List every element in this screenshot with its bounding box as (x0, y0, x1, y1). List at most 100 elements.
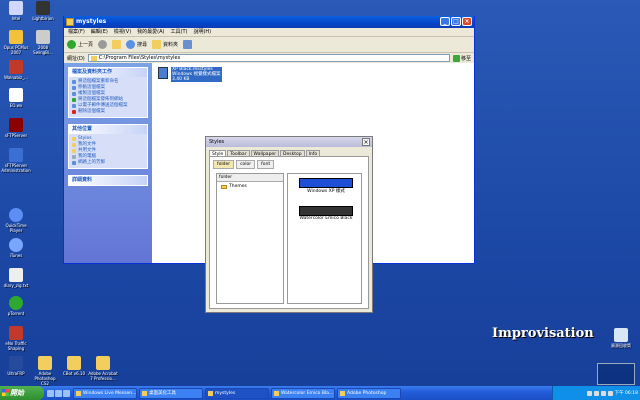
desktop-icon-quicktime[interactable]: QuickTime Player (1, 208, 31, 233)
preview-swatch (299, 178, 353, 188)
subtabs: folder color font (210, 157, 368, 172)
task-desktop-tool[interactable]: 桌面美化工具 (139, 387, 203, 399)
styles-dialog: Styles × Style Toolbar Wallpaper Desktop… (205, 136, 373, 313)
desktop-icon-acrobat-folder[interactable]: Adobe Acrobat 7 Professio... (88, 356, 118, 381)
task-watercolor[interactable]: Watercolor Emico Bla... (271, 387, 335, 399)
maximize-button[interactable]: □ (451, 17, 461, 26)
dialog-titlebar[interactable]: Styles × (206, 137, 372, 147)
file-item[interactable]: XP Black.msstyles Windows 視覺樣式檔案 3.40 KB (158, 67, 222, 82)
quick-launch-icon[interactable] (47, 389, 54, 397)
app-icon (9, 60, 23, 74)
tray-icon[interactable] (593, 390, 599, 396)
menu-favorites[interactable]: 我的最愛(A) (137, 28, 164, 36)
desktop-icon-photoshop-folder[interactable]: Adobe Photoshop CS2 (30, 356, 60, 386)
desktop-icon-intel[interactable]: Intel (1, 1, 31, 21)
views-button[interactable] (183, 40, 193, 49)
torrent-icon (9, 296, 23, 310)
desktop-icon-lightbirion[interactable]: Lightbirion (28, 1, 58, 21)
preview-item-xp[interactable]: Windows XP 樣式 (299, 178, 353, 194)
desktop-icon-swingbi[interactable]: 2008 SwingBi... (28, 30, 58, 55)
desktop-icon-sftpserver[interactable]: sFTPServer (1, 118, 31, 138)
quick-launch-icon[interactable] (55, 389, 62, 397)
tray-icon[interactable] (586, 390, 592, 396)
folders-button[interactable]: 資料夾 (152, 40, 178, 49)
copy-icon (72, 92, 76, 96)
desktop-icon-opus[interactable]: Opus PCMus 2007 (1, 30, 31, 55)
other-places-panel: 其他位置 Styles 我的文件 共用文件 我的電腦 網路上的芳鄰 (68, 124, 148, 169)
dialog-title: Styles (209, 139, 225, 145)
tree-header: folder (217, 174, 283, 182)
taskbar: 開始 Windows Live Messen... 桌面美化工具 mystyle… (0, 386, 640, 400)
app-icon (9, 148, 23, 162)
publish-icon (72, 98, 76, 102)
task-mystyles[interactable]: mystyles (205, 387, 269, 399)
rename-icon (72, 80, 76, 84)
recycle-bin-icon (614, 328, 628, 342)
menu-help[interactable]: 說明(H) (193, 28, 211, 36)
folder-icon (221, 184, 227, 189)
back-button[interactable]: 上一頁 (67, 40, 93, 49)
desktop-icon-diary[interactable]: diary_zig.txt (1, 268, 31, 288)
dialog-close-button[interactable]: × (362, 138, 370, 146)
desktop-icon-eo[interactable]: EO.wx (1, 88, 31, 108)
task-delete[interactable]: 刪除這個檔案 (69, 109, 147, 115)
menubar: 檔案(F) 編輯(E) 檢視(V) 我的最愛(A) 工具(T) 說明(H) (64, 28, 474, 37)
up-folder-button[interactable] (112, 40, 122, 49)
style-preview-list: Windows XP 樣式 Watercolor Emico Black (287, 173, 362, 304)
tray-icon[interactable] (600, 390, 606, 396)
clock[interactable]: 下午 06:18 (615, 390, 638, 396)
desktop-icon-recycle-bin[interactable]: 資源回收筒 (606, 328, 636, 348)
window-title: mystyles (76, 18, 107, 25)
desktop-icon-ptorrent[interactable]: pTorrent (1, 296, 31, 316)
subtab-color[interactable]: color (236, 160, 256, 169)
menu-view[interactable]: 檢視(V) (114, 28, 131, 36)
delete-icon (72, 110, 76, 114)
menu-edit[interactable]: 編輯(E) (91, 28, 108, 36)
forward-button[interactable] (98, 40, 108, 49)
explorer-titlebar[interactable]: mystyles _ □ × (64, 16, 474, 28)
desktop-icon-walnabiz[interactable]: Walnabiz_... (1, 60, 31, 80)
quick-launch-icon[interactable] (63, 389, 70, 397)
network-icon (72, 161, 76, 165)
back-arrow-icon (67, 40, 76, 49)
msstyles-file-icon (158, 67, 168, 79)
tray-popup (597, 363, 635, 385)
subtab-folder[interactable]: folder (213, 160, 235, 169)
preview-item-watercolor[interactable]: Watercolor Emico Black (299, 206, 353, 221)
email-icon (72, 104, 76, 108)
app-icon (9, 326, 23, 340)
task-photoshop[interactable]: Adobe Photoshop (337, 387, 401, 399)
tray-icon[interactable] (607, 390, 613, 396)
details-panel: 詳細資料 (68, 175, 148, 186)
folders-icon (152, 40, 162, 49)
minimize-button[interactable]: _ (440, 17, 450, 26)
address-input[interactable]: C:\Program Files\Styles\mystyles (87, 54, 450, 62)
file-tasks-panel: 檔案及資料夾工作 將這個檔案重新命名 移動這個檔案 複製這個檔案 將這個檔案發佈… (68, 67, 148, 118)
address-bar: 網址(D) C:\Program Files\Styles\mystyles 移… (64, 53, 474, 63)
place-network[interactable]: 網路上的芳鄰 (69, 160, 147, 166)
menu-tools[interactable]: 工具(T) (171, 28, 188, 36)
desktop-icon-itunes[interactable]: iTunes (1, 238, 31, 258)
close-button[interactable]: × (462, 17, 472, 26)
panel-header[interactable]: 檔案及資料夾工作 (69, 68, 147, 77)
start-button[interactable]: 開始 (0, 386, 44, 400)
computer-icon (72, 155, 76, 159)
file-label: XP Black.msstyles Windows 視覺樣式檔案 3.40 KB (171, 67, 222, 82)
desktop-icon-sftp-admin[interactable]: sFTPServer Administration (1, 148, 31, 173)
quick-launch (47, 389, 70, 397)
itunes-icon (9, 238, 23, 252)
improvisation-logo: Improvisation (492, 326, 594, 341)
search-button[interactable]: 搜尋 (126, 40, 147, 49)
address-label: 網址(D) (67, 55, 85, 62)
quicktime-icon (9, 208, 23, 222)
desktop-icon-ultrafrp[interactable]: UltraFRP (1, 356, 31, 376)
panel-header[interactable]: 其他位置 (69, 125, 147, 134)
tree-item-themes[interactable]: Themes (217, 182, 283, 191)
subtab-font[interactable]: font (257, 160, 275, 169)
task-messenger[interactable]: Windows Live Messen... (73, 387, 137, 399)
panel-header[interactable]: 詳細資料 (69, 176, 147, 185)
go-button[interactable]: 移至 (452, 54, 471, 62)
menu-file[interactable]: 檔案(F) (68, 28, 85, 36)
desktop-icon-traffic-shaping[interactable]: eNo Traffic Shaping (1, 326, 31, 351)
desktop-icon-cbot-folder[interactable]: CBot v6.10 (59, 356, 89, 376)
